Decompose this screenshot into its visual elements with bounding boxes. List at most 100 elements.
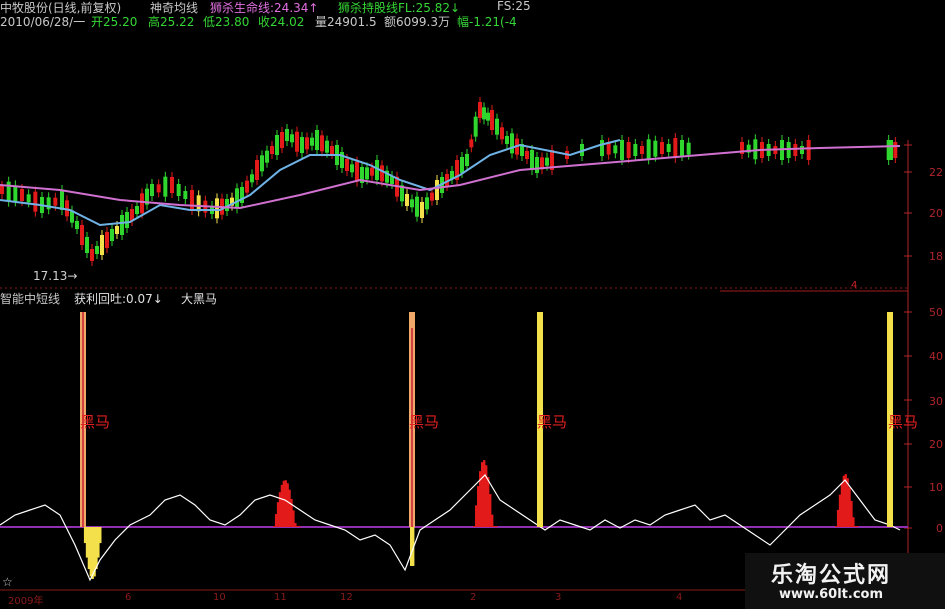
- candle-body: [53, 197, 58, 206]
- low-price: 低23.80: [203, 15, 250, 29]
- dark-horse-signal: 黑马: [80, 413, 111, 431]
- candle-body: [235, 188, 239, 209]
- candle-body: [380, 165, 384, 182]
- candle-body: [290, 134, 294, 143]
- candle-body: [163, 176, 168, 197]
- candle-body: [495, 118, 499, 135]
- candle-body: [435, 180, 439, 200]
- candle-body: [410, 199, 414, 208]
- candle-body: [673, 138, 678, 158]
- price-axis-label: 22: [929, 166, 943, 179]
- watermark: 乐淘公式网 www.60lt.com: [745, 553, 945, 609]
- candle-body: [115, 226, 119, 234]
- candle-body: [110, 229, 114, 241]
- open-price: 开25.20: [91, 15, 138, 29]
- candle-body: [355, 161, 359, 182]
- indicator-axis-label: 20: [929, 438, 943, 451]
- candle-body: [350, 164, 354, 173]
- candle-body: [190, 190, 194, 210]
- quote-date: 2010/06/28/一: [0, 15, 86, 29]
- candle-body: [626, 142, 631, 158]
- fs-value: FS:25: [497, 0, 531, 13]
- candle-body: [633, 144, 638, 156]
- candle-body: [250, 174, 254, 183]
- candle-body: [525, 151, 529, 159]
- month-label: 12: [340, 592, 353, 603]
- indicator-red-bar: [495, 526, 498, 527]
- candle-body: [325, 140, 329, 153]
- candle-body: [365, 167, 369, 180]
- candle-body: [26, 194, 31, 203]
- candle-body: [95, 246, 99, 254]
- candle-body: [125, 212, 129, 228]
- dark-horse-signal: 黑马: [409, 413, 440, 431]
- candle-body: [183, 191, 188, 199]
- indicator-bars: [83, 460, 859, 579]
- candle-body: [260, 155, 264, 172]
- month-label: 11: [274, 592, 287, 603]
- low-price-annotation: 17.13→: [33, 269, 78, 283]
- candle-body: [196, 195, 201, 212]
- indicator-title: 智能中短线: [0, 292, 61, 306]
- candle-body: [793, 144, 798, 156]
- price-axis-label: 18: [929, 250, 943, 263]
- candle-body: [653, 140, 658, 157]
- candle-body: [370, 167, 374, 176]
- indicator-red-bar: [856, 526, 859, 527]
- candle-body: [176, 184, 181, 196]
- candle-body: [280, 132, 284, 148]
- candle-body: [660, 142, 664, 154]
- indicator-axis-label: 40: [929, 350, 943, 363]
- candle-body: [530, 150, 534, 170]
- candle-body: [505, 136, 509, 144]
- candle-body: [90, 249, 94, 261]
- candle-body: [680, 140, 684, 156]
- candle-body: [330, 146, 334, 154]
- candle-body: [686, 142, 691, 155]
- star-icon: ☆: [2, 575, 13, 589]
- watermark-title: 乐淘公式网: [771, 563, 892, 588]
- candle-body: [265, 150, 269, 163]
- candle-body: [255, 160, 259, 180]
- candle-body: [275, 135, 279, 155]
- candle-body: [430, 192, 434, 201]
- month-label: 4: [676, 592, 683, 603]
- top-marker: 4: [851, 280, 858, 291]
- candle-body: [405, 194, 409, 206]
- month-label: 2: [470, 592, 477, 603]
- candle-body: [80, 225, 84, 245]
- candle-body: [0, 186, 4, 194]
- candle-body: [606, 142, 611, 155]
- candle-body: [613, 145, 618, 154]
- candle-body: [646, 139, 651, 160]
- candle-body: [270, 146, 274, 154]
- candle-body: [33, 191, 38, 212]
- candle-body: [500, 127, 504, 140]
- month-label: 10: [213, 592, 226, 603]
- price-axis-label: 20: [929, 207, 943, 220]
- candle-body: [170, 177, 174, 193]
- indicator-axis-label: 50: [929, 306, 943, 319]
- candle-body: [156, 184, 161, 193]
- candle-body: [345, 159, 349, 171]
- candle-body: [486, 112, 490, 121]
- candle-body: [140, 193, 144, 214]
- candle-body: [800, 146, 804, 154]
- candle-body: [300, 137, 304, 153]
- month-label: 6: [125, 592, 132, 603]
- candle-body: [215, 198, 219, 219]
- candle-body: [295, 131, 299, 152]
- candle-body: [315, 130, 319, 150]
- volume-value: 量24901.5: [315, 15, 377, 29]
- candle-body: [85, 237, 89, 253]
- candle-body: [535, 157, 539, 173]
- close-price: 收24.02: [258, 15, 305, 29]
- candle-body: [510, 133, 514, 154]
- candle-body: [465, 154, 469, 166]
- indicator-axis-label: 10: [929, 481, 943, 494]
- candle-body: [135, 206, 139, 214]
- quote-header: 中牧股份(日线,前复权) 神奇均线 狮杀生命线:24.34↑ 狮杀持股线FL:2…: [0, 0, 945, 30]
- watermark-url: www.60lt.com: [779, 587, 884, 602]
- indicator-red-bar: [298, 526, 301, 527]
- candle-body: [545, 157, 549, 166]
